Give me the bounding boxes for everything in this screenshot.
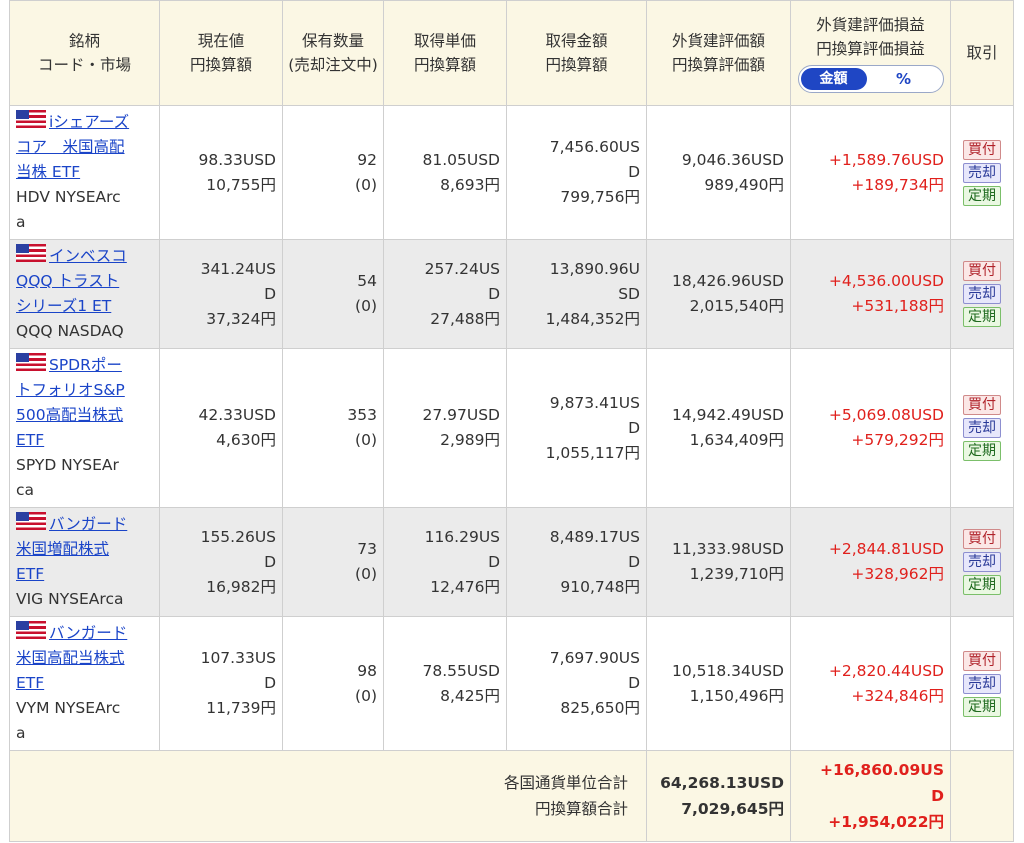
current-price-cell: 42.33USD 4,630円 <box>159 348 283 508</box>
us-flag-icon <box>16 244 46 262</box>
acquisition-cost-cell: 7,456.60US D 799,756円 <box>506 105 647 240</box>
table-row: SPDRポー トフォリオS&P 500高配当株式 ETF SPYD NYSEAr ca 42… <box>9 348 1014 508</box>
header-quantity: 保有数量 (売却注文中) <box>282 0 384 106</box>
trade-actions-cell: 買付 売却 定期 <box>950 239 1014 349</box>
profit-loss-cell: +4,536.00USD +531,188円 <box>790 239 951 349</box>
profit-loss-cell: +2,844.81USD +328,962円 <box>790 507 951 617</box>
table-row: インベスコ QQQ トラスト シリーズ1 ET QQQ NASDAQ 341.24US D… <box>9 239 1014 349</box>
holding-name-cell: iシェアーズ コア 米国高配 当株 ETF HDV NYSEArc a <box>9 105 160 240</box>
trade-actions-cell: 買付 売却 定期 <box>950 616 1014 751</box>
holding-code-market: VYM NYSEArc a <box>16 699 121 742</box>
us-flag-icon <box>16 512 46 530</box>
acquisition-cost-cell: 9,873.41US D 1,055,117円 <box>506 348 647 508</box>
totals-value: 64,268.13USD 7,029,645円 <box>646 750 791 842</box>
table-row: バンガード 米国高配当株式 ETF VYM NYSEArc a 107.33US D 11,7… <box>9 616 1014 751</box>
quantity-cell: 92 (0) <box>282 105 384 240</box>
valuation-cell: 11,333.98USD 1,239,710円 <box>646 507 791 617</box>
current-price-cell: 155.26US D 16,982円 <box>159 507 283 617</box>
regular-purchase-button[interactable]: 定期 <box>963 307 1001 327</box>
header-cost: 取得金額 円換算額 <box>506 0 647 106</box>
toggle-percent-button[interactable]: % <box>867 68 941 90</box>
unit-cost-cell: 78.55USD 8,425円 <box>383 616 507 751</box>
buy-button[interactable]: 買付 <box>963 261 1001 281</box>
valuation-cell: 18,426.96USD 2,015,540円 <box>646 239 791 349</box>
valuation-cell: 9,046.36USD 989,490円 <box>646 105 791 240</box>
header-value: 外貨建評価額 円換算評価額 <box>646 0 791 106</box>
header-profit-loss: 外貨建評価損益 円換算評価損益 金額 % <box>790 0 951 106</box>
table-row: iシェアーズ コア 米国高配 当株 ETF HDV NYSEArc a 98.33USD 1… <box>9 105 1014 240</box>
header-price: 現在値 円換算額 <box>159 0 283 106</box>
totals-empty-cell <box>950 750 1014 842</box>
holding-code-market: HDV NYSEArc a <box>16 188 121 231</box>
holdings-table: 銘柄 コード・市場 現在値 円換算額 保有数量 (売却注文中) 取得単価 円換算額 取得… <box>9 0 1014 842</box>
sell-button[interactable]: 売却 <box>963 673 1001 694</box>
trade-actions-cell: 買付 売却 定期 <box>950 105 1014 240</box>
holding-name-cell: SPDRポー トフォリオS&P 500高配当株式 ETF SPYD NYSEAr ca <box>9 348 160 508</box>
totals-profit-loss: +16,860.09US D +1,954,022円 <box>790 750 951 842</box>
us-flag-icon <box>16 621 46 639</box>
holdings-rows: iシェアーズ コア 米国高配 当株 ETF HDV NYSEArc a 98.33USD 1… <box>9 105 1014 751</box>
holding-name-cell: インベスコ QQQ トラスト シリーズ1 ET QQQ NASDAQ <box>9 239 160 349</box>
quantity-cell: 73 (0) <box>282 507 384 617</box>
profit-loss-cell: +2,820.44USD +324,846円 <box>790 616 951 751</box>
us-flag-icon <box>16 110 46 128</box>
totals-row: 各国通貨単位合計 円換算額合計 64,268.13USD 7,029,645円 +1… <box>9 750 1014 842</box>
valuation-cell: 14,942.49USD 1,634,409円 <box>646 348 791 508</box>
buy-button[interactable]: 買付 <box>963 529 1001 549</box>
table-row: バンガード 米国増配株式 ETF VIG NYSEArca 155.26US D 16,98… <box>9 507 1014 617</box>
acquisition-cost-cell: 7,697.90US D 825,650円 <box>506 616 647 751</box>
holding-code-market: VIG NYSEArca <box>16 590 124 608</box>
unit-cost-cell: 116.29US D 12,476円 <box>383 507 507 617</box>
quantity-cell: 54 (0) <box>282 239 384 349</box>
holding-code-market: SPYD NYSEAr ca <box>16 456 119 499</box>
table-header-row: 銘柄 コード・市場 現在値 円換算額 保有数量 (売却注文中) 取得単価 円換算額 取得… <box>9 0 1014 106</box>
regular-purchase-button[interactable]: 定期 <box>963 696 1001 717</box>
holding-name-cell: バンガード 米国高配当株式 ETF VYM NYSEArc a <box>9 616 160 751</box>
header-unit-cost: 取得単価 円換算額 <box>383 0 507 106</box>
sell-button[interactable]: 売却 <box>963 418 1001 438</box>
current-price-cell: 107.33US D 11,739円 <box>159 616 283 751</box>
header-name: 銘柄 コード・市場 <box>9 0 160 106</box>
acquisition-cost-cell: 13,890.96U SD 1,484,352円 <box>506 239 647 349</box>
valuation-cell: 10,518.34USD 1,150,496円 <box>646 616 791 751</box>
quantity-cell: 98 (0) <box>282 616 384 751</box>
toggle-amount-button[interactable]: 金額 <box>800 68 867 90</box>
unit-cost-cell: 27.97USD 2,989円 <box>383 348 507 508</box>
unit-cost-cell: 81.05USD 8,693円 <box>383 105 507 240</box>
buy-button[interactable]: 買付 <box>963 650 1001 671</box>
current-price-cell: 98.33USD 10,755円 <box>159 105 283 240</box>
buy-button[interactable]: 買付 <box>963 395 1001 415</box>
totals-label: 各国通貨単位合計 円換算額合計 <box>9 750 647 842</box>
sell-button[interactable]: 売却 <box>963 284 1001 304</box>
profit-loss-cell: +1,589.76USD +189,734円 <box>790 105 951 240</box>
header-trade: 取引 <box>950 0 1014 106</box>
trade-actions-cell: 買付 売却 定期 <box>950 348 1014 508</box>
sell-button[interactable]: 売却 <box>963 162 1001 183</box>
acquisition-cost-cell: 8,489.17US D 910,748円 <box>506 507 647 617</box>
holdings-panel: 銘柄 コード・市場 現在値 円換算額 保有数量 (売却注文中) 取得単価 円換算額 取得… <box>9 0 1014 842</box>
buy-button[interactable]: 買付 <box>963 139 1001 160</box>
regular-purchase-button[interactable]: 定期 <box>963 185 1001 206</box>
holding-code-market: QQQ NASDAQ <box>16 322 124 340</box>
amount-percent-toggle: 金額 % <box>797 65 944 93</box>
regular-purchase-button[interactable]: 定期 <box>963 441 1001 461</box>
sell-button[interactable]: 売却 <box>963 552 1001 572</box>
quantity-cell: 353 (0) <box>282 348 384 508</box>
us-flag-icon <box>16 353 46 371</box>
trade-actions-cell: 買付 売却 定期 <box>950 507 1014 617</box>
holding-name-cell: バンガード 米国増配株式 ETF VIG NYSEArca <box>9 507 160 617</box>
current-price-cell: 341.24US D 37,324円 <box>159 239 283 349</box>
profit-loss-cell: +5,069.08USD +579,292円 <box>790 348 951 508</box>
regular-purchase-button[interactable]: 定期 <box>963 575 1001 595</box>
unit-cost-cell: 257.24US D 27,488円 <box>383 239 507 349</box>
